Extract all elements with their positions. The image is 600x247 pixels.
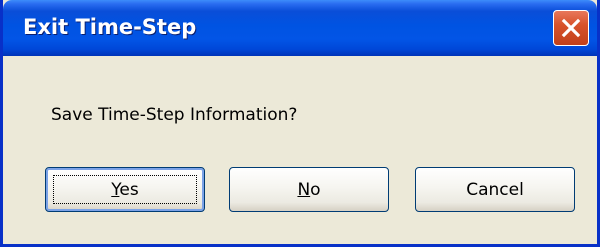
no-label-rest: o [310, 179, 321, 200]
dialog-message: Save Time-Step Information? [51, 105, 298, 125]
cancel-button[interactable]: Cancel [415, 167, 575, 212]
no-button[interactable]: No [229, 167, 389, 212]
yes-button-label: Yes [111, 180, 138, 200]
close-icon [561, 18, 581, 38]
no-mnemonic: N [297, 179, 311, 200]
exit-time-step-dialog: Exit Time-Step Save Time-Step Informatio… [0, 0, 600, 247]
no-button-label: No [297, 180, 320, 200]
cancel-button-label: Cancel [466, 179, 524, 200]
window-title: Exit Time-Step [23, 15, 197, 39]
title-bar[interactable]: Exit Time-Step [3, 0, 597, 56]
yes-label-rest: es [119, 179, 139, 200]
close-button[interactable] [553, 10, 589, 46]
yes-button[interactable]: Yes [45, 167, 205, 212]
